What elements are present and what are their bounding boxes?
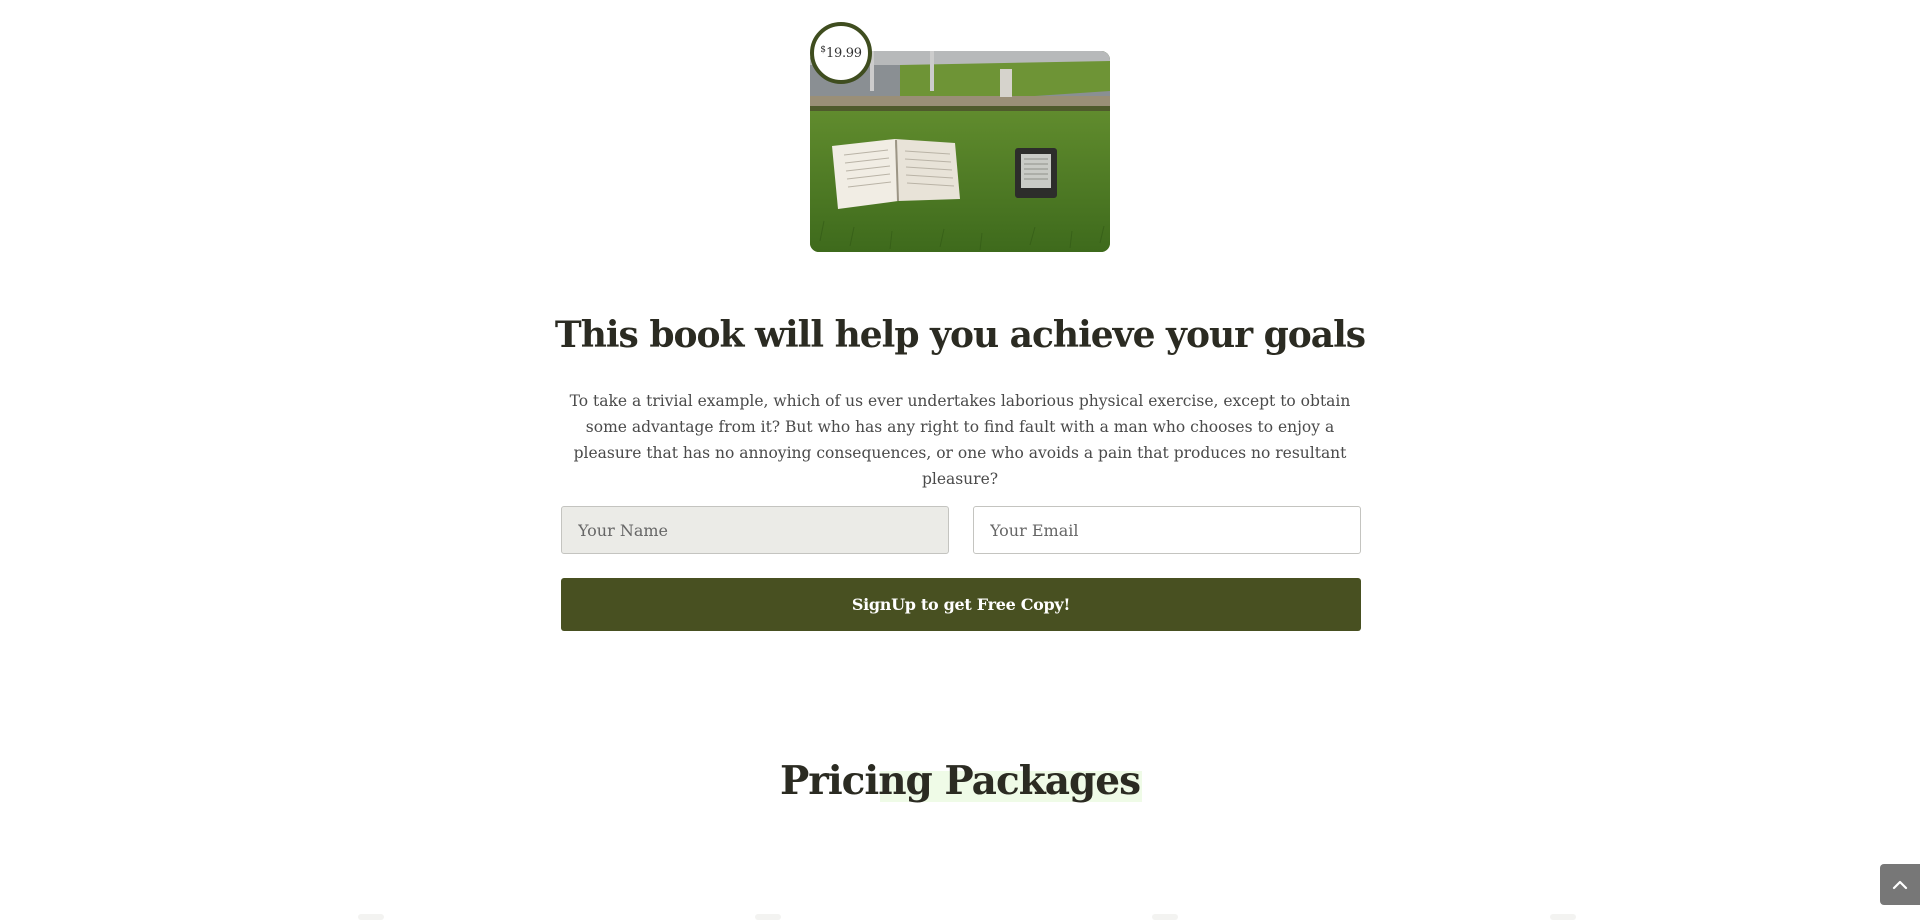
scroll-to-top-button[interactable]	[1880, 864, 1920, 905]
book-photo	[810, 51, 1110, 252]
page-headline: This book will help you achieve your goa…	[554, 314, 1366, 356]
lead-paragraph: To take a trivial example, which of us e…	[569, 392, 1351, 488]
chevron-up-icon	[1892, 880, 1908, 889]
pricing-card-edge	[1550, 914, 1576, 920]
pricing-card-edge	[755, 914, 781, 920]
page: $ 19.99 This book will help you achieve …	[0, 0, 1920, 924]
pricing-title: Pricing Packages	[779, 758, 1141, 804]
name-input[interactable]	[561, 506, 949, 554]
price-currency: $	[820, 45, 826, 55]
signup-button[interactable]: SignUp to get Free Copy!	[561, 578, 1361, 631]
book-photo-illustration	[810, 51, 1110, 252]
pricing-card-edge	[358, 914, 384, 920]
price-badge: $ 19.99	[810, 22, 872, 84]
price-amount: 19.99	[826, 45, 862, 61]
pricing-card-edge	[1152, 914, 1178, 920]
email-input[interactable]	[973, 506, 1361, 554]
